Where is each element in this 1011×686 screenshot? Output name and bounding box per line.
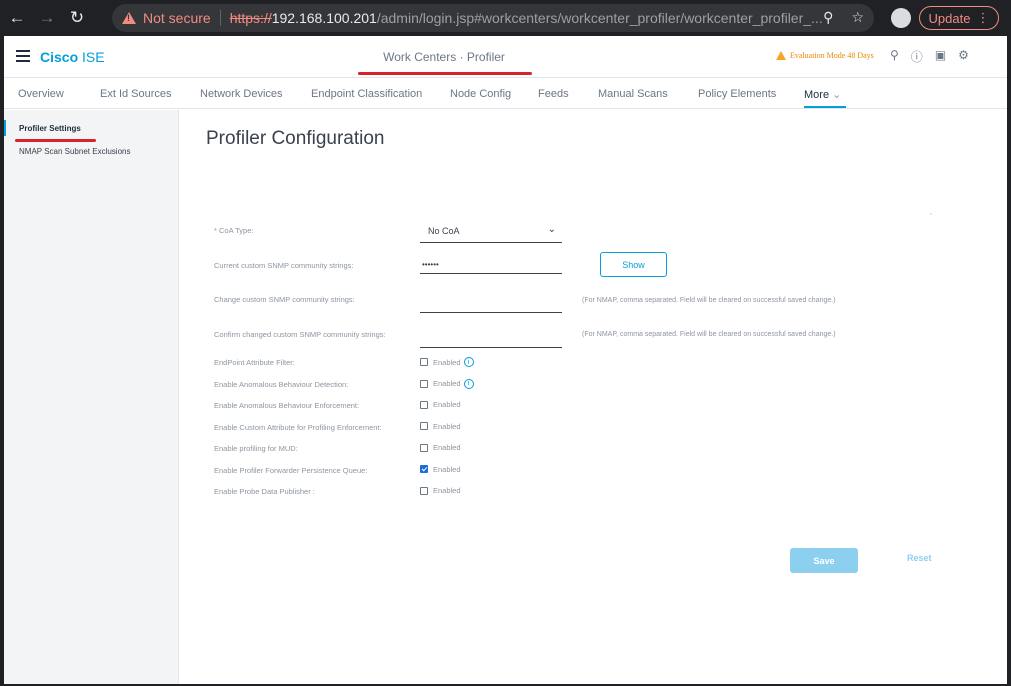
- active-tab-indicator: [804, 106, 846, 108]
- tab-ext-id-sources[interactable]: Ext Id Sources: [100, 88, 172, 100]
- url-host: 192.168.100.201: [271, 10, 377, 26]
- info-icon[interactable]: i: [463, 378, 474, 389]
- tab-more[interactable]: More ⌄: [804, 88, 841, 101]
- tab-feeds[interactable]: Feeds: [538, 88, 569, 100]
- back-arrow-icon[interactable]: ←: [4, 5, 30, 31]
- address-bar[interactable]: Not secure https:// 192.168.100.201 /adm…: [112, 4, 874, 32]
- dashboard-icon[interactable]: ▣: [935, 48, 946, 65]
- tab-policy-elements[interactable]: Policy Elements: [698, 88, 776, 100]
- evaluation-badge[interactable]: Evaluation Mode 48 Days: [776, 51, 874, 60]
- warning-icon: [776, 51, 786, 60]
- enabled-label: Enabled: [433, 357, 461, 367]
- option-label: Enable Anomalous Behaviour Enforcement:: [214, 401, 360, 410]
- annotation-underline: [15, 139, 96, 142]
- option-checkbox-row[interactable]: Enabled: [420, 400, 461, 409]
- enabled-label: Enabled: [433, 464, 461, 474]
- change-snmp-input[interactable]: [420, 293, 562, 313]
- app-header: Cisco ISE Work Centers · Profiler Evalua…: [4, 36, 1007, 78]
- checkbox-unchecked[interactable]: [420, 422, 428, 430]
- change-snmp-hint: (For NMAP, comma separated. Field will b…: [582, 297, 836, 304]
- save-button[interactable]: Save: [790, 548, 858, 573]
- update-label: Update: [928, 10, 971, 26]
- option-label: Enable Probe Data Publisher :: [214, 487, 315, 496]
- tab-node-config[interactable]: Node Config: [450, 88, 511, 100]
- chevron-down-icon: ⌄: [832, 89, 842, 101]
- checkbox-unchecked[interactable]: [420, 486, 428, 495]
- tab-manual-scans[interactable]: Manual Scans: [598, 88, 668, 100]
- sidebar-item-profiler-settings[interactable]: Profiler Settings: [19, 124, 81, 133]
- browser-toolbar: ← → ↻ Not secure https:// 192.168.100.20…: [0, 0, 1011, 36]
- sidebar: Profiler Settings NMAP Scan Subnet Exclu…: [4, 110, 179, 684]
- kebab-menu-icon: ⋮: [976, 10, 990, 25]
- url-path: /admin/login.jsp#workcenters/workcenter_…: [376, 10, 823, 26]
- divider: [219, 10, 221, 26]
- url-scheme: https://: [229, 10, 272, 26]
- option-checkbox-row[interactable]: Enabled: [420, 465, 461, 474]
- option-checkbox-row[interactable]: Enabled: [420, 486, 461, 495]
- evaluation-label: Evaluation Mode 48 Days: [790, 51, 874, 60]
- tab-overview[interactable]: Overview: [18, 88, 64, 100]
- change-snmp-label: Change custom SNMP community strings:: [214, 295, 355, 304]
- current-snmp-field: ••••••: [420, 254, 562, 274]
- option-checkbox-row[interactable]: Enabled: [420, 443, 461, 452]
- main-content: Profiler Configuration * CoA Type: No Co…: [180, 110, 1007, 684]
- reload-icon[interactable]: ↻: [64, 5, 90, 31]
- forward-arrow-icon[interactable]: →: [34, 5, 60, 31]
- hamburger-menu-icon[interactable]: [16, 50, 30, 62]
- option-label: Enable Custom Attribute for Profiling En…: [214, 422, 382, 432]
- checkbox-unchecked[interactable]: [420, 379, 428, 388]
- decorative-dot: [930, 213, 932, 215]
- option-checkbox-row[interactable]: Enabled i: [420, 357, 474, 367]
- coa-type-label: * CoA Type:: [214, 226, 254, 235]
- checkbox-checked[interactable]: [420, 465, 428, 473]
- option-label: Enable profiling for MUD:: [214, 444, 298, 453]
- coa-type-select[interactable]: No CoA ⌄: [420, 219, 562, 243]
- info-icon[interactable]: i: [463, 357, 474, 367]
- option-checkbox-row[interactable]: Enabled i: [420, 378, 474, 389]
- zoom-icon[interactable]: ⚲: [823, 9, 833, 26]
- show-button[interactable]: Show: [600, 252, 667, 277]
- checkbox-unchecked[interactable]: [420, 443, 428, 452]
- warning-icon: [122, 12, 136, 24]
- search-icon[interactable]: ⚲: [890, 48, 899, 65]
- gear-icon[interactable]: ⚙: [958, 48, 969, 65]
- tab-network-devices[interactable]: Network Devices: [200, 88, 283, 100]
- tab-bar: Overview Ext Id Sources Network Devices …: [4, 79, 1007, 109]
- checkbox-unchecked[interactable]: [420, 358, 428, 366]
- page-heading: Profiler Configuration: [206, 128, 385, 149]
- security-label: Not secure: [143, 10, 211, 26]
- help-icon[interactable]: ⓘ: [911, 48, 923, 65]
- checkbox-unchecked[interactable]: [420, 400, 428, 409]
- profile-avatar[interactable]: [891, 8, 911, 28]
- option-label: Enable Anomalous Behaviour Detection:: [214, 379, 349, 389]
- confirm-snmp-hint: (For NMAP, comma separated. Field will b…: [582, 331, 836, 338]
- coa-type-value: No CoA: [428, 226, 460, 236]
- confirm-snmp-input[interactable]: [420, 328, 562, 348]
- page-title: Work Centers · Profiler: [383, 50, 505, 64]
- enabled-label: Enabled: [433, 421, 461, 431]
- reset-button[interactable]: Reset: [907, 553, 932, 563]
- sidebar-item-nmap-scan-subnet-exclusions[interactable]: NMAP Scan Subnet Exclusions: [19, 147, 130, 156]
- brand-logo: Cisco ISE: [40, 49, 105, 65]
- annotation-underline: [358, 72, 532, 75]
- option-label: EndPoint Attribute Filter:: [214, 358, 295, 367]
- bookmark-star-icon[interactable]: ☆: [851, 9, 864, 26]
- update-button[interactable]: Update ⋮: [919, 6, 999, 30]
- option-checkbox-row[interactable]: Enabled: [420, 422, 461, 431]
- chevron-down-icon: ⌄: [547, 224, 556, 235]
- current-snmp-label: Current custom SNMP community strings:: [214, 261, 354, 270]
- option-label: Enable Profiler Forwarder Persistence Qu…: [214, 465, 368, 475]
- enabled-label: Enabled: [433, 486, 461, 495]
- confirm-snmp-label: Confirm changed custom SNMP community st…: [214, 330, 386, 339]
- enabled-label: Enabled: [433, 379, 461, 388]
- ise-app: Cisco ISE Work Centers · Profiler Evalua…: [4, 36, 1007, 684]
- tab-endpoint-classification[interactable]: Endpoint Classification: [311, 88, 422, 100]
- enabled-label: Enabled: [433, 443, 461, 452]
- active-item-indicator: [4, 120, 6, 136]
- enabled-label: Enabled: [433, 400, 461, 409]
